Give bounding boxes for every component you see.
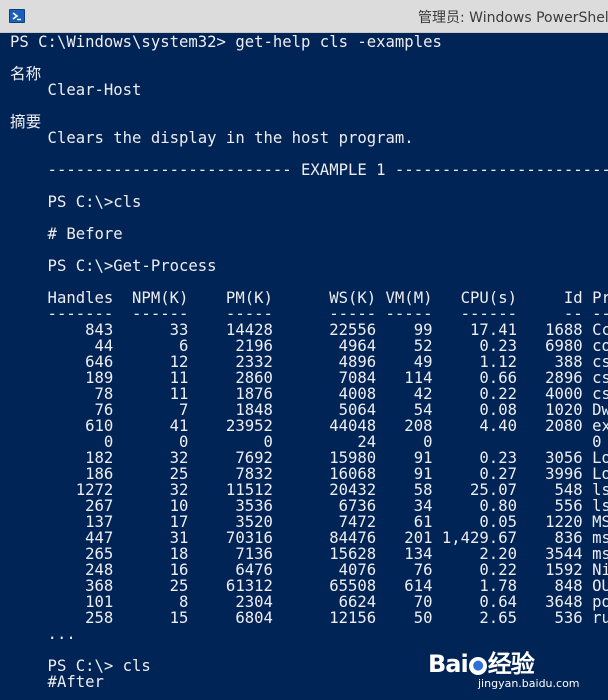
console-line: Clears the display in the host program. xyxy=(10,129,414,147)
title-bar[interactable]: 管理员: Windows PowerShell xyxy=(0,0,608,33)
console-line: 44 6 2196 4964 52 0.23 6980 conime xyxy=(10,337,608,355)
baidu-jingyan-watermark: Bai ● 经验 jingyan.baidu.com xyxy=(428,644,580,690)
console-line: 摘要 xyxy=(10,113,42,131)
console-line: 248 16 6476 4076 76 0.22 1592 NisSrv xyxy=(10,561,608,579)
console-line: 447 31 70316 84476 201 1,429.67 836 msmp… xyxy=(10,529,608,547)
console-line: 258 15 6804 12156 50 2.65 536 rundll32 xyxy=(10,609,608,627)
console-line: 1272 32 11512 20432 58 25.07 548 lsass xyxy=(10,481,608,499)
console-line: 843 33 14428 22556 99 17.41 1688 CcmExec xyxy=(10,321,608,339)
console-line: 78 11 1876 4008 42 0.22 4000 csrss xyxy=(10,385,608,403)
console-line: ... xyxy=(10,625,76,643)
console-line: 186 25 7832 16068 91 0.27 3996 LogonUI xyxy=(10,465,608,483)
watermark-url: jingyan.baidu.com xyxy=(478,677,580,690)
console-line: Clear-Host xyxy=(10,81,142,99)
console-line: 101 8 2304 6624 70 0.64 3648 powershell xyxy=(85,593,608,611)
console-line: 368 25 61312 65508 614 1.78 848 OUTLOOK xyxy=(10,577,608,595)
console-line: 610 41 23952 44048 208 4.40 2080 explore… xyxy=(10,417,608,435)
console-line: PS C:\>Get-Process xyxy=(10,257,217,275)
console-line: # Before xyxy=(10,225,123,243)
console-line: 182 32 7692 15980 91 0.23 3056 LogonUI xyxy=(10,449,608,467)
watermark-logo: Bai ● 经验 xyxy=(428,650,535,678)
console-line: 0 0 0 24 0 0 Idle xyxy=(10,433,608,451)
console-line: -------------------------- EXAMPLE 1 ---… xyxy=(10,161,608,179)
paw-icon: ● xyxy=(468,657,487,675)
console-line: 名称 xyxy=(10,65,42,83)
console-line: 189 11 2860 7084 114 0.66 2896 csrss xyxy=(10,369,608,387)
console-line: 137 17 3520 7472 61 0.05 1220 MSASCui xyxy=(10,513,608,531)
console-line: 76 7 1848 5064 54 0.08 1020 DwmDll xyxy=(10,401,608,419)
console-line: Handles NPM(K) PM(K) WS(K) VM(M) CPU(s) … xyxy=(47,289,608,307)
console-line: 646 12 2332 4896 49 1.12 388 csrss xyxy=(10,353,608,371)
window-title: 管理员: Windows PowerShell xyxy=(418,10,608,26)
console-line: 267 10 3536 6736 34 0.80 556 lsm xyxy=(10,497,608,515)
console-line: 265 18 7136 15628 134 2.20 3544 msnmsgr xyxy=(10,545,608,563)
console-output[interactable]: PS C:\Windows\system32> get-help cls -ex… xyxy=(0,33,608,700)
powershell-icon[interactable] xyxy=(9,9,25,23)
console-line: PS C:\>cls xyxy=(10,193,142,211)
console-line: ------- ------ ----- ----- ----- ------ … xyxy=(47,305,608,323)
console-line: PS C:\Windows\system32> get-help cls -ex… xyxy=(10,33,442,51)
